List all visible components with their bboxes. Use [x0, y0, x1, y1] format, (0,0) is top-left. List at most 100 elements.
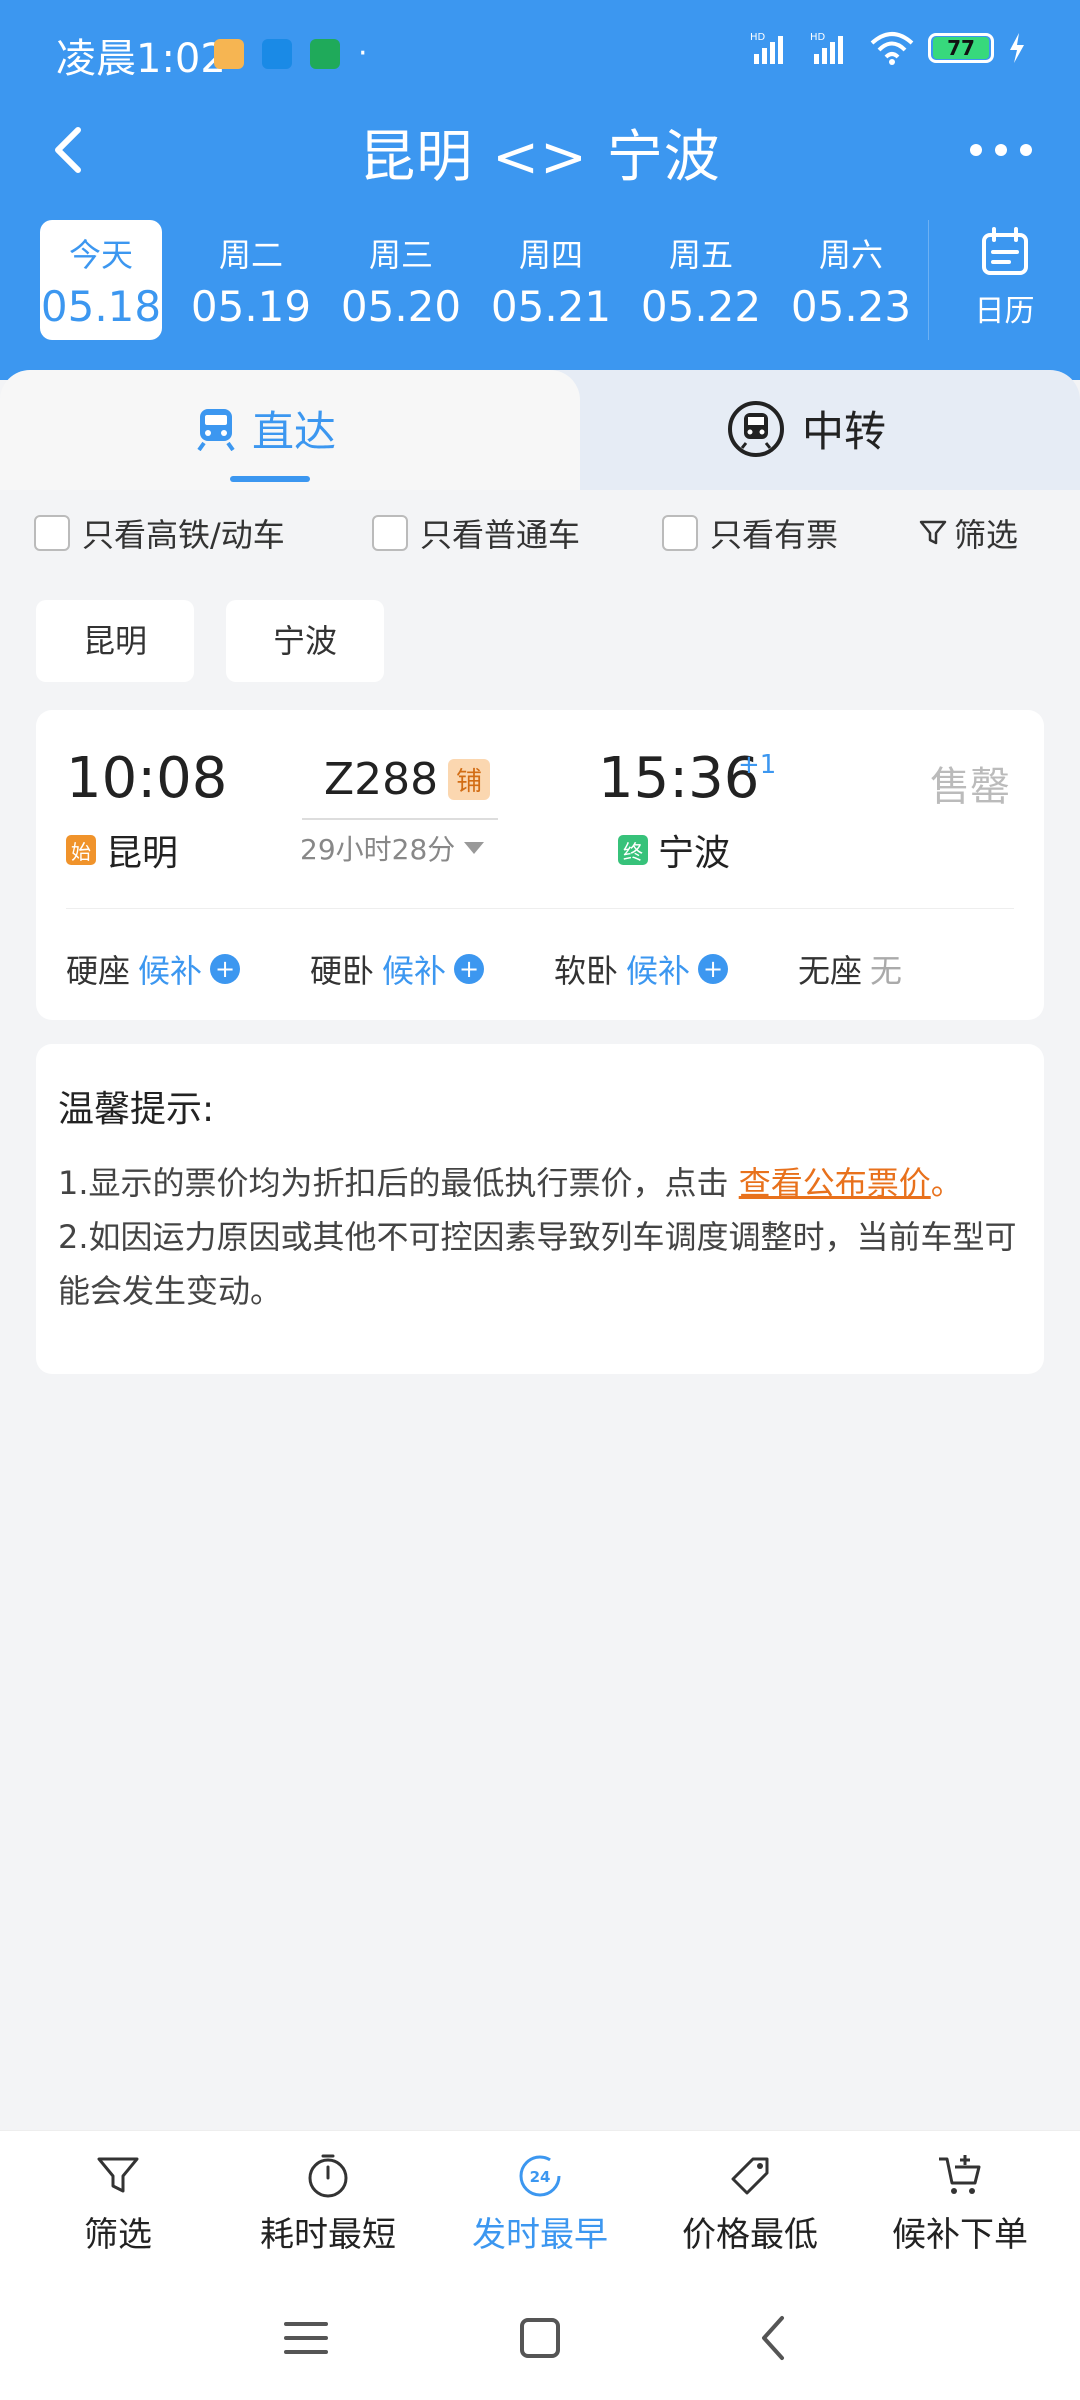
- signal-2-icon: HD: [810, 32, 843, 64]
- sort-earliest-button[interactable]: 24 发时最早: [440, 2151, 640, 2256]
- clock-24-icon: 24: [519, 2155, 561, 2197]
- seat-hard-sleeper[interactable]: 硬卧 候补 +: [310, 946, 485, 992]
- ticket-status: 售罄: [930, 764, 1010, 810]
- seat-status: 候补: [626, 952, 691, 990]
- home-icon[interactable]: [510, 2308, 570, 2368]
- train-number-text: Z288: [324, 754, 439, 805]
- more-options-button[interactable]: [966, 130, 1036, 170]
- seat-type: 无座: [798, 952, 863, 990]
- date-tab-week: 周四: [518, 236, 583, 274]
- train-number: Z288 铺: [324, 754, 491, 805]
- terminal-tag: 终: [618, 835, 648, 865]
- arrive-time: 15:36: [598, 746, 760, 811]
- calendar-label: 日历: [974, 294, 1035, 329]
- berth-badge: 铺: [448, 759, 491, 800]
- sort-cheapest-button[interactable]: 价格最低: [650, 2151, 850, 2256]
- tip-line-1-text: 1.显示的票价均为折扣后的最低执行票价，点击: [58, 1164, 729, 1202]
- calendar-icon: [981, 227, 1028, 275]
- date-tab-week: 周三: [368, 236, 433, 274]
- date-tab-today[interactable]: 今天 05.18: [40, 220, 162, 340]
- plus-circle-icon[interactable]: +: [210, 954, 241, 984]
- calendar-button[interactable]: 日历: [928, 220, 1080, 340]
- seat-no-seat: 无座 无: [798, 946, 902, 992]
- plus-day-badge: +1: [738, 750, 777, 780]
- filter-button[interactable]: 筛选: [918, 510, 1018, 556]
- notification-icons: ·: [214, 36, 368, 71]
- wifi-icon: [870, 32, 914, 65]
- to-station-name: 宁波: [658, 833, 731, 874]
- tip-line-2: 2.如因运力原因或其他不可控因素导致列车调度调整时，当前车型可能会发生变动。: [58, 1218, 1017, 1310]
- date-tab-date: 05.20: [340, 282, 462, 331]
- system-nav-bar: [0, 2280, 1080, 2400]
- sort-cheapest-label: 价格最低: [682, 2215, 818, 2255]
- sort-shortest-button[interactable]: 耗时最短: [228, 2151, 428, 2256]
- checkbox-available[interactable]: [662, 515, 698, 551]
- seat-status: 无: [870, 952, 903, 990]
- train-app-notification-icon: [262, 38, 292, 69]
- svg-text:24: 24: [530, 2168, 551, 2186]
- tips-title: 温馨提示:: [58, 1089, 215, 1130]
- status-time: 凌晨1:02: [56, 36, 226, 82]
- battery-level: 77: [933, 37, 989, 59]
- sort-filter-button[interactable]: 筛选: [18, 2151, 218, 2256]
- date-tab-0520[interactable]: 周三 05.20: [340, 220, 462, 340]
- date-tab-0521[interactable]: 周四 05.21: [490, 220, 612, 340]
- date-tab-week: 今天: [68, 236, 133, 274]
- date-tab-0522[interactable]: 周五 05.22: [640, 220, 762, 340]
- tab-direct-label: 直达: [252, 407, 337, 456]
- tab-transfer-label: 中转: [802, 407, 887, 456]
- station-chip-ningbo[interactable]: 宁波: [226, 600, 384, 682]
- checkbox-normal[interactable]: [372, 515, 408, 551]
- view-published-price-link[interactable]: 查看公布票价: [739, 1164, 931, 1202]
- status-bar: 凌晨1:02 · HD HD 77: [0, 0, 1080, 100]
- tips-card: 温馨提示: 1.显示的票价均为折扣后的最低执行票价，点击 查看公布票价。 2.如…: [36, 1044, 1044, 1374]
- menu-icon[interactable]: [276, 2308, 336, 2368]
- cart-plus-icon: [939, 2155, 981, 2194]
- station-chip-kunming[interactable]: 昆明: [36, 600, 194, 682]
- date-tab-0523[interactable]: 周六 05.23: [790, 220, 912, 340]
- filter-normal[interactable]: 只看普通车: [372, 510, 580, 556]
- filter-button-label: 筛选: [954, 516, 1019, 554]
- funnel-icon: [97, 2157, 139, 2193]
- date-tab-date: 05.22: [640, 282, 762, 331]
- funnel-icon: [919, 520, 947, 545]
- waitlist-order-button[interactable]: 候补下单: [860, 2151, 1060, 2256]
- filter-high-speed-label: 只看高铁/动车: [82, 516, 285, 554]
- filter-available-label: 只看有票: [710, 516, 839, 554]
- date-tab-date: 05.21: [490, 282, 612, 331]
- timer-icon: [308, 2154, 348, 2198]
- tip-line-1-end: 。: [930, 1164, 963, 1202]
- to-station: 终 宁波: [618, 824, 730, 876]
- signal-1-icon: HD: [750, 32, 783, 64]
- tab-direct-underline: [230, 476, 310, 482]
- seat-status: 候补: [382, 952, 447, 990]
- plus-circle-icon[interactable]: +: [698, 954, 729, 984]
- filter-available[interactable]: 只看有票: [662, 510, 838, 556]
- date-tab-week: 周六: [818, 236, 883, 274]
- from-station-name: 昆明: [106, 833, 179, 874]
- seat-hard-seat[interactable]: 硬座 候补 +: [66, 946, 241, 992]
- train-card[interactable]: 10:08 Z288 铺 29小时28分 15:36 +1 售罄 始 昆明 终 …: [36, 710, 1044, 1020]
- filter-high-speed[interactable]: 只看高铁/动车: [34, 510, 285, 556]
- svg-text:HD: HD: [810, 32, 826, 43]
- duration-text: 29小时28分: [300, 833, 456, 866]
- plus-circle-icon[interactable]: +: [454, 954, 485, 984]
- depart-time: 10:08: [66, 746, 228, 811]
- date-tab-0519[interactable]: 周二 05.19: [190, 220, 312, 340]
- tab-direct[interactable]: 直达: [196, 398, 336, 459]
- checkbox-high-speed[interactable]: [34, 515, 70, 551]
- date-tab-week: 周二: [218, 236, 283, 274]
- train-icon: [197, 408, 235, 451]
- route-title: 昆明 <> 宁波: [359, 125, 721, 190]
- date-tab-date: 05.18: [40, 282, 162, 331]
- seat-soft-sleeper[interactable]: 软卧 候补 +: [554, 946, 729, 992]
- seat-type: 软卧: [554, 952, 619, 990]
- seat-type: 硬卧: [310, 952, 375, 990]
- tab-transfer[interactable]: 中转: [726, 398, 886, 459]
- duration-toggle[interactable]: 29小时28分: [300, 828, 485, 868]
- seat-row: 硬座 候补 + 硬卧 候补 + 软卧 候补 + 无座 无: [66, 946, 1014, 996]
- sort-earliest-label: 发时最早: [472, 2215, 608, 2255]
- date-tab-week: 周五: [668, 236, 733, 274]
- back-nav-icon[interactable]: [744, 2308, 804, 2368]
- duration-line: [302, 818, 498, 820]
